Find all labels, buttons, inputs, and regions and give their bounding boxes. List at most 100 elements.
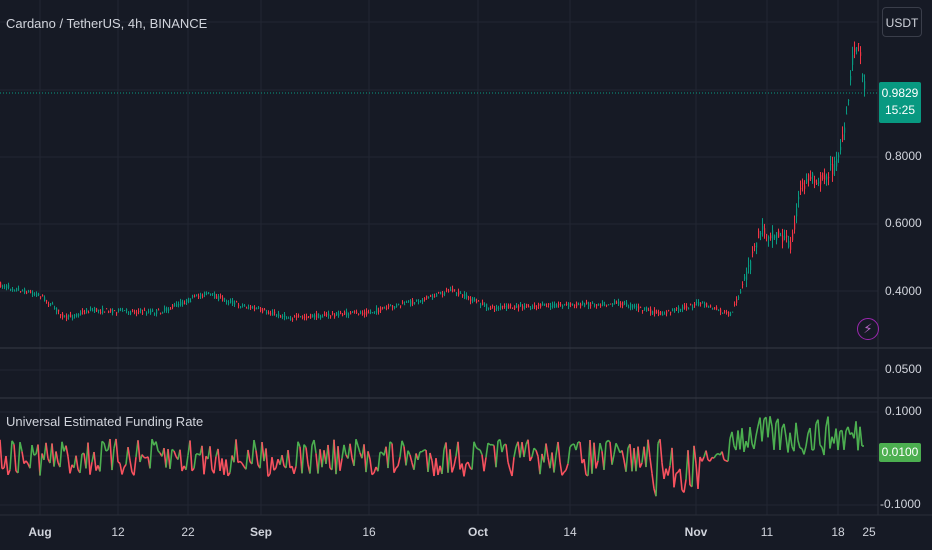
candle-body xyxy=(0,282,2,288)
candle-body xyxy=(556,304,558,308)
candle-body xyxy=(664,313,666,315)
candle-body xyxy=(822,173,824,180)
candle-body xyxy=(860,52,862,56)
candle-body xyxy=(738,297,740,299)
candle-body xyxy=(112,310,114,314)
funding-segment xyxy=(141,454,145,458)
indicator-tick: -0.1000 xyxy=(880,497,921,511)
candle-body xyxy=(280,315,282,318)
candle-body xyxy=(266,312,268,314)
candle-body xyxy=(90,308,92,310)
candle-body xyxy=(76,313,78,317)
funding-segment xyxy=(457,441,461,470)
funding-segment xyxy=(741,428,745,452)
indicator-title[interactable]: Universal Estimated Funding Rate xyxy=(6,414,203,429)
candle-body xyxy=(360,312,362,314)
candle-body xyxy=(750,261,752,271)
candle-body xyxy=(96,308,98,312)
candle-body xyxy=(544,303,546,306)
chart-canvas[interactable] xyxy=(0,0,932,550)
lightning-bolt-icon[interactable]: ⚡ xyxy=(857,318,879,340)
candle-body xyxy=(292,319,294,321)
candle-body xyxy=(374,311,376,313)
funding-segment xyxy=(647,439,651,458)
funding-segment xyxy=(553,455,557,473)
candle-body xyxy=(652,311,654,314)
funding-segment xyxy=(13,444,17,472)
candle-body xyxy=(200,294,202,297)
candle-body xyxy=(196,294,198,296)
candle-body xyxy=(444,293,446,295)
candle-body xyxy=(694,303,696,306)
candle-body xyxy=(494,308,496,310)
candle-body xyxy=(554,304,556,308)
candle-body xyxy=(380,307,382,311)
candle-body xyxy=(98,309,100,312)
candle-body xyxy=(104,311,106,313)
candle-body xyxy=(638,306,640,310)
candle-body xyxy=(560,304,562,306)
candle-body xyxy=(402,302,404,304)
candle-body xyxy=(50,303,52,306)
candle-body xyxy=(218,295,220,300)
funding-segment xyxy=(773,422,777,450)
candle-body xyxy=(620,302,622,306)
candle-body xyxy=(712,308,714,310)
candle-body xyxy=(498,307,500,309)
funding-segment xyxy=(255,450,259,465)
funding-segment xyxy=(29,445,33,469)
currency-button[interactable]: USDT xyxy=(882,7,922,37)
funding-segment xyxy=(79,453,83,473)
funding-segment xyxy=(103,442,107,452)
candle-body xyxy=(340,312,342,315)
candle-body xyxy=(440,291,442,295)
candle-body xyxy=(324,313,326,317)
candle-body xyxy=(538,303,540,307)
candle-body xyxy=(224,298,226,300)
candle-body xyxy=(190,301,192,303)
candle-body xyxy=(862,74,864,77)
candle-body xyxy=(230,300,232,303)
candle-body xyxy=(382,307,384,309)
funding-segment xyxy=(667,465,671,476)
funding-segment xyxy=(637,446,641,468)
candle-body xyxy=(852,55,854,65)
symbol-title[interactable]: Cardano / TetherUS, 4h, BINANCE xyxy=(6,16,207,31)
candle-body xyxy=(504,305,506,307)
candle-body xyxy=(182,302,184,305)
candle-body xyxy=(492,305,494,307)
candle-body xyxy=(482,302,484,305)
funding-segment xyxy=(301,444,305,474)
funding-segment xyxy=(579,442,583,464)
funding-segment xyxy=(0,439,3,469)
candle-body xyxy=(306,316,308,319)
funding-segment xyxy=(843,430,847,450)
funding-segment xyxy=(755,425,759,437)
candle-body xyxy=(754,246,756,248)
candle-body xyxy=(728,312,730,316)
candle-body xyxy=(322,316,324,318)
candle-body xyxy=(772,230,774,240)
candle-body xyxy=(464,293,466,299)
candle-body xyxy=(458,291,460,296)
candle-body xyxy=(86,309,88,313)
candle-body xyxy=(242,304,244,306)
funding-segment xyxy=(241,462,245,467)
candle-body xyxy=(596,304,598,307)
funding-segment xyxy=(295,441,299,467)
funding-segment xyxy=(17,442,21,473)
funding-segment xyxy=(575,442,579,451)
funding-segment xyxy=(593,442,597,469)
funding-segment xyxy=(683,479,687,493)
candle-body xyxy=(474,298,476,301)
funding-segment xyxy=(797,440,801,449)
funding-segment xyxy=(479,449,483,455)
candle-body xyxy=(510,304,512,306)
candle-body xyxy=(164,307,166,311)
candle-body xyxy=(666,311,668,314)
candle-body xyxy=(426,295,428,299)
funding-segment xyxy=(823,426,827,456)
candle-body xyxy=(118,308,120,311)
candle-body xyxy=(34,293,36,295)
candle-body xyxy=(204,291,206,295)
